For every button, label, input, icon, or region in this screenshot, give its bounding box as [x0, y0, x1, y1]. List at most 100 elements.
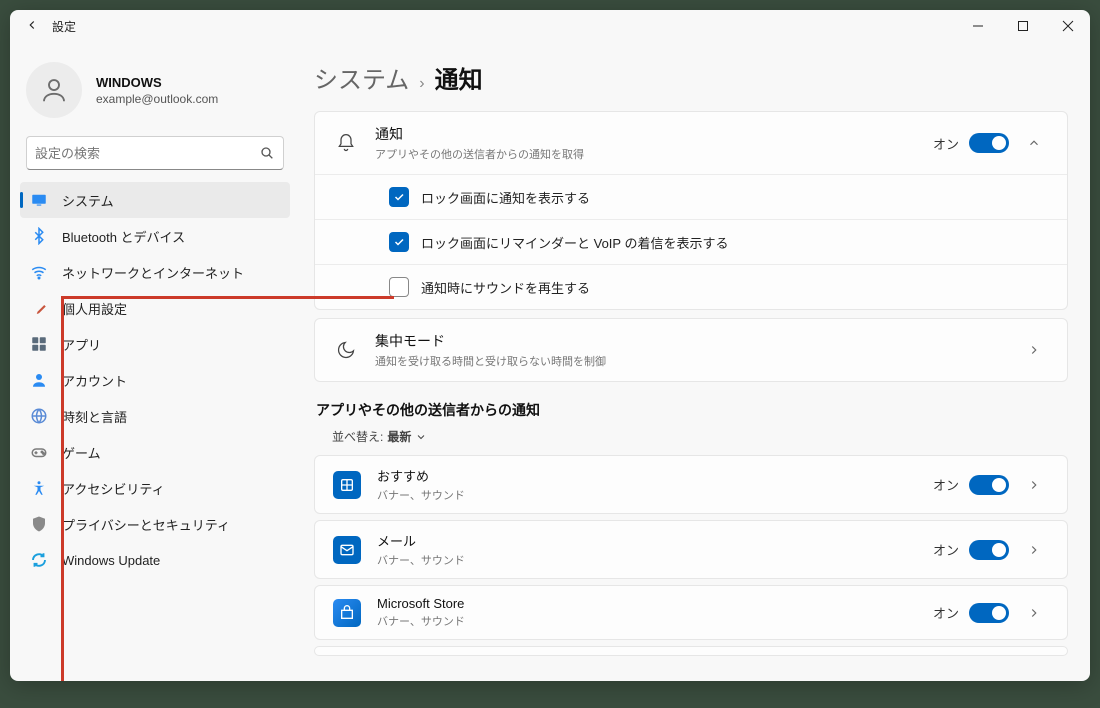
sidebar-item-label: システム — [62, 191, 114, 210]
sidebar-item-bluetooth[interactable]: Bluetooth とデバイス — [20, 218, 290, 254]
expand-button[interactable] — [1019, 343, 1049, 357]
chevron-down-icon — [415, 431, 427, 443]
sidebar-item-label: プライバシーとセキュリティ — [62, 515, 230, 534]
moon-icon — [333, 340, 359, 360]
search-box[interactable] — [26, 136, 284, 170]
checkbox-row-sound[interactable]: 通知時にサウンドを再生する — [315, 264, 1067, 309]
sidebar-item-label: Windows Update — [62, 553, 160, 568]
maximize-button[interactable] — [1000, 10, 1045, 42]
collapse-button[interactable] — [1019, 136, 1049, 150]
title-bar: 設定 — [10, 10, 1090, 42]
app-name: おすすめ — [377, 466, 933, 485]
checkbox-row-lockscreen-voip[interactable]: ロック画面にリマインダーと VoIP の着信を表示する — [315, 219, 1067, 264]
sidebar-item-label: アカウント — [62, 371, 127, 390]
main-content: システム › 通知 通知 アプリやその他の送信者からの通知を取得 オン — [300, 42, 1090, 681]
sidebar-item-network[interactable]: ネットワークとインターネット — [20, 254, 290, 290]
sidebar-item-windows-update[interactable]: Windows Update — [20, 542, 290, 578]
store-app-icon — [333, 599, 361, 627]
window-title: 設定 — [52, 18, 76, 35]
expand-button[interactable] — [1019, 478, 1049, 492]
checkbox-label: ロック画面に通知を表示する — [421, 188, 590, 207]
settings-window: 設定 WINDOWS example@outlook.com — [10, 10, 1090, 681]
app-toggle[interactable] — [969, 540, 1009, 560]
notifications-subtitle: アプリやその他の送信者からの通知を取得 — [375, 146, 933, 162]
sidebar-item-label: ネットワークとインターネット — [62, 263, 244, 282]
notifications-toggle[interactable] — [969, 133, 1009, 153]
notifications-title: 通知 — [375, 124, 933, 144]
sidebar-item-apps[interactable]: アプリ — [20, 326, 290, 362]
sort-value: 最新 — [387, 428, 411, 445]
sidebar-item-time-language[interactable]: 時刻と言語 — [20, 398, 290, 434]
checkbox[interactable] — [389, 187, 409, 207]
minimize-button[interactable] — [955, 10, 1000, 42]
shield-icon — [30, 515, 48, 533]
app-sub: バナー、サウンド — [377, 552, 933, 568]
checkbox-label: ロック画面にリマインダーと VoIP の着信を表示する — [421, 233, 728, 252]
sidebar-item-accessibility[interactable]: アクセシビリティ — [20, 470, 290, 506]
globe-clock-icon — [30, 407, 48, 425]
checkbox[interactable] — [389, 232, 409, 252]
search-icon — [259, 145, 275, 161]
apps-section-heading: アプリやその他の送信者からの通知 — [316, 400, 1068, 420]
checkbox[interactable] — [389, 277, 409, 297]
gamepad-icon — [30, 443, 48, 461]
tips-app-icon — [333, 471, 361, 499]
breadcrumb-parent[interactable]: システム — [314, 60, 409, 95]
chevron-right-icon: › — [419, 75, 424, 93]
notifications-card: 通知 アプリやその他の送信者からの通知を取得 オン — [314, 111, 1068, 310]
sidebar-item-personalization[interactable]: 個人用設定 — [20, 290, 290, 326]
update-icon — [30, 551, 48, 569]
accessibility-icon — [30, 479, 48, 497]
back-button[interactable] — [18, 18, 46, 35]
sidebar-item-gaming[interactable]: ゲーム — [20, 434, 290, 470]
app-sub: バナー、サウンド — [377, 487, 933, 503]
sidebar-item-label: 個人用設定 — [62, 299, 127, 318]
app-state-label: オン — [933, 540, 959, 559]
nav-list: システム Bluetooth とデバイス ネットワークとインターネット — [16, 182, 294, 578]
app-row-store[interactable]: Microsoft Store バナー、サウンド オン — [314, 585, 1068, 640]
bell-icon — [333, 133, 359, 153]
app-name: メール — [377, 531, 933, 550]
sidebar-item-label: 時刻と言語 — [62, 407, 127, 426]
sort-dropdown[interactable]: 並べ替え: 最新 — [332, 428, 1068, 445]
app-state-label: オン — [933, 475, 959, 494]
app-toggle[interactable] — [969, 475, 1009, 495]
app-state-label: オン — [933, 603, 959, 622]
checkbox-row-lockscreen-notif[interactable]: ロック画面に通知を表示する — [315, 174, 1067, 219]
close-button[interactable] — [1045, 10, 1090, 42]
sidebar-item-label: ゲーム — [62, 443, 101, 462]
app-name: Microsoft Store — [377, 596, 933, 611]
notifications-header-row[interactable]: 通知 アプリやその他の送信者からの通知を取得 オン — [315, 112, 1067, 174]
focus-mode-card[interactable]: 集中モード 通知を受け取る時間と受け取らない時間を制御 — [314, 318, 1068, 382]
expand-button[interactable] — [1019, 606, 1049, 620]
apps-icon — [30, 335, 48, 353]
expand-button[interactable] — [1019, 543, 1049, 557]
sidebar-item-accounts[interactable]: アカウント — [20, 362, 290, 398]
app-row-tips[interactable]: おすすめ バナー、サウンド オン — [314, 455, 1068, 514]
profile-name: WINDOWS — [96, 75, 218, 90]
app-toggle[interactable] — [969, 603, 1009, 623]
sidebar-item-label: アプリ — [62, 335, 101, 354]
breadcrumb-current: 通知 — [435, 60, 483, 95]
app-row-mail[interactable]: メール バナー、サウンド オン — [314, 520, 1068, 579]
sidebar-item-system[interactable]: システム — [20, 182, 290, 218]
sidebar-item-privacy[interactable]: プライバシーとセキュリティ — [20, 506, 290, 542]
sort-label: 並べ替え: — [332, 428, 383, 445]
checkbox-label: 通知時にサウンドを再生する — [421, 278, 590, 297]
focus-subtitle: 通知を受け取る時間と受け取らない時間を制御 — [375, 353, 1019, 369]
app-row-partial — [314, 646, 1068, 656]
profile-block[interactable]: WINDOWS example@outlook.com — [16, 50, 294, 132]
search-input[interactable] — [35, 146, 259, 161]
app-sub: バナー、サウンド — [377, 613, 933, 629]
sidebar-item-label: Bluetooth とデバイス — [62, 227, 185, 246]
mail-app-icon — [333, 536, 361, 564]
person-icon — [30, 371, 48, 389]
sidebar: WINDOWS example@outlook.com システム — [10, 42, 300, 681]
bluetooth-icon — [30, 227, 48, 245]
avatar — [26, 62, 82, 118]
wifi-icon — [30, 263, 48, 281]
sidebar-item-label: アクセシビリティ — [62, 479, 165, 498]
display-icon — [30, 191, 48, 209]
breadcrumb: システム › 通知 — [314, 60, 1068, 95]
focus-title: 集中モード — [375, 331, 1019, 351]
